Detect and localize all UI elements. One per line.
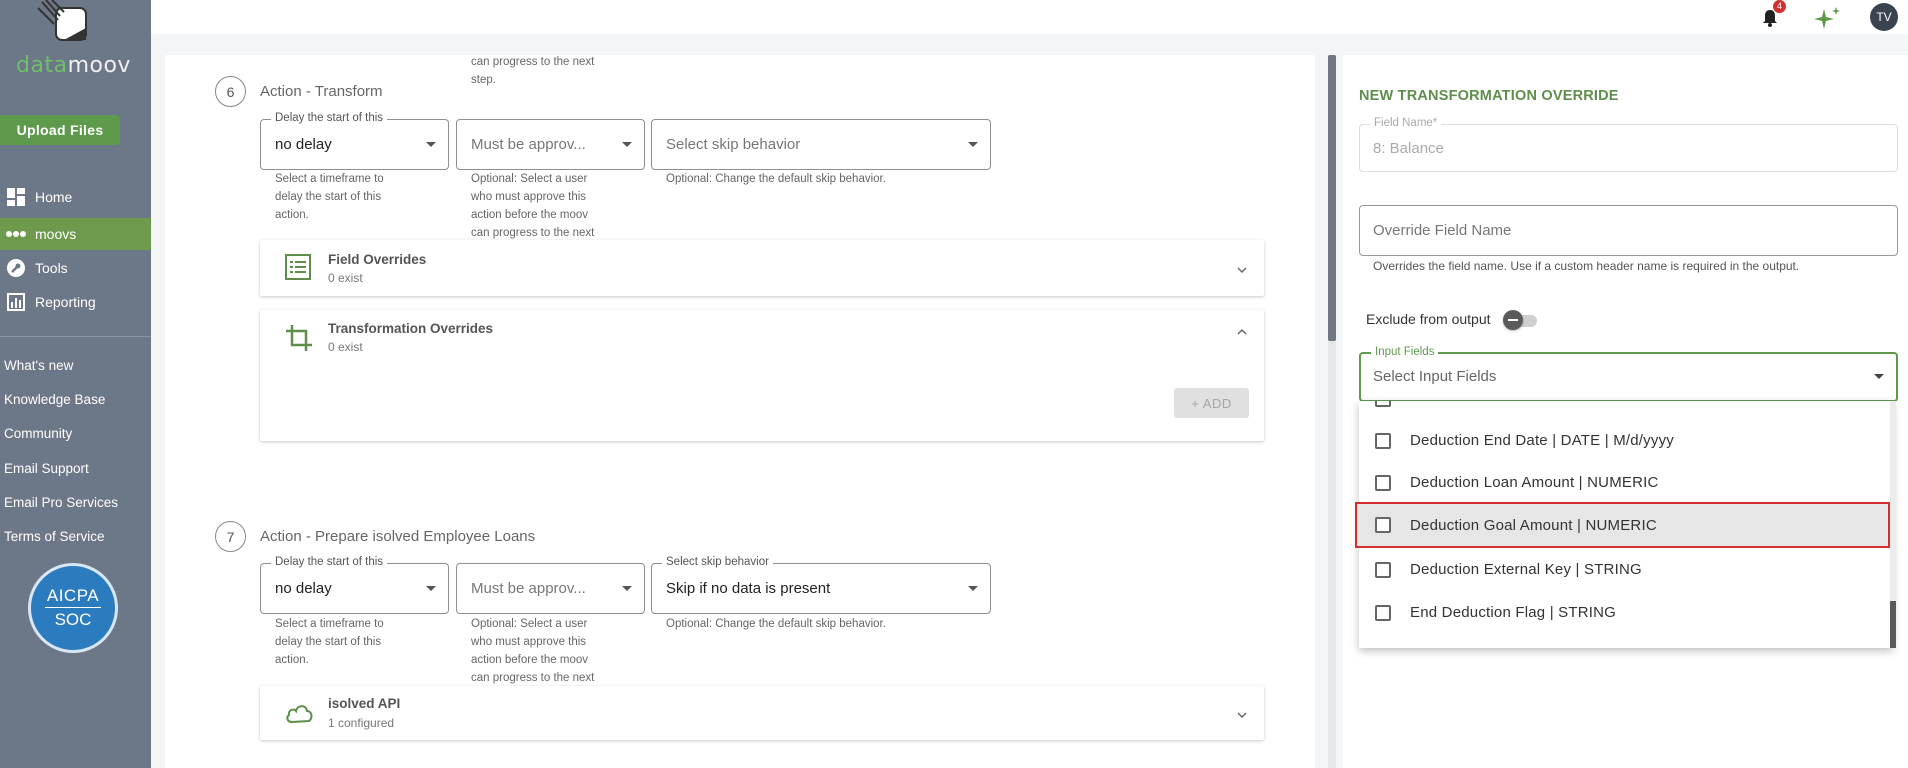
checkbox[interactable]	[1375, 561, 1391, 578]
sparkle-icon[interactable]	[1810, 5, 1842, 31]
main-scrollbar-thumb[interactable]	[1328, 55, 1336, 341]
sidebar: datamoov Upload Files Home moovs Tools R…	[0, 0, 151, 768]
option-deduction-goal-amount[interactable]: Deduction Goal Amount | NUMERIC	[1355, 502, 1890, 548]
add-transformation-override-button[interactable]: + ADD	[1174, 388, 1249, 418]
step-6-skip-select[interactable]: Select skip behavior	[651, 119, 991, 170]
input-fields-select[interactable]: Input Fields Select Input Fields	[1359, 346, 1898, 402]
link-email-support[interactable]: Email Support	[4, 461, 89, 476]
link-whats-new[interactable]: What's new	[4, 358, 73, 373]
override-field-name-input[interactable]: Override Field Name	[1359, 205, 1898, 256]
upload-files-button[interactable]: Upload Files	[0, 115, 120, 145]
dropdown-arrow-icon	[426, 142, 436, 147]
step-6-number: 6	[215, 76, 246, 107]
checkbox[interactable]	[1375, 474, 1391, 491]
chevron-up-icon[interactable]	[1236, 326, 1248, 338]
aicpa-soc-badge: AICPA SOC	[28, 563, 118, 653]
step-6-skip-help: Optional: Change the default skip behavi…	[666, 173, 886, 185]
override-field-name-help: Overrides the field name. Use if a custo…	[1373, 259, 1800, 273]
field-name-input: Field Name* 8: Balance	[1359, 117, 1898, 172]
sidebar-item-label: Home	[35, 189, 73, 205]
sidebar-item-moovs[interactable]: moovs	[0, 218, 151, 250]
link-knowledge-base[interactable]: Knowledge Base	[4, 392, 105, 407]
sidebar-item-label: moovs	[35, 226, 77, 242]
step-7-approve-select[interactable]: Must be approv...	[456, 563, 645, 614]
sidebar-item-home[interactable]: Home	[0, 181, 151, 213]
chevron-down-icon[interactable]	[1236, 709, 1248, 721]
exclude-toggle[interactable]	[1503, 310, 1523, 330]
step-7-title: Action - Prepare isolved Employee Loans	[260, 528, 536, 545]
step-7-delay-help: Select a timeframe to delay the start of…	[275, 618, 384, 666]
sidebar-divider	[0, 336, 151, 337]
checkbox[interactable]	[1375, 604, 1391, 621]
notification-badge: 4	[1773, 0, 1786, 13]
override-panel-title: NEW TRANSFORMATION OVERRIDE	[1359, 88, 1619, 104]
link-community[interactable]: Community	[4, 426, 72, 441]
option-end-deduction-flag[interactable]: End Deduction Flag | STRING	[1359, 591, 1890, 634]
step-7-approve-help: Optional: Select a user who must approve…	[471, 618, 595, 684]
sidebar-item-reporting[interactable]: Reporting	[0, 286, 151, 318]
step-7-number: 7	[215, 521, 246, 552]
step-6-title: Action - Transform	[260, 83, 383, 100]
option-deduction-loan-amount[interactable]: Deduction Loan Amount | NUMERIC	[1359, 461, 1890, 504]
step-7-skip-help: Optional: Change the default skip behavi…	[666, 618, 886, 630]
step-6-delay-help: Select a timeframe to delay the start of…	[275, 173, 384, 221]
sidebar-item-tools[interactable]: Tools	[0, 252, 151, 284]
option-deduction-external-key[interactable]: Deduction External Key | STRING	[1359, 548, 1890, 591]
dropdown-arrow-icon	[1874, 374, 1884, 379]
step-6-approve-select[interactable]: Must be approv...	[456, 119, 645, 170]
dropdown-arrow-icon	[426, 586, 436, 591]
wrench-icon	[6, 258, 26, 278]
step-7-delay-select[interactable]: Delay the start of this no delay	[260, 556, 449, 614]
dropdown-arrow-icon	[622, 142, 632, 147]
cloud-icon	[286, 705, 313, 724]
isolved-api-panel[interactable]: isolved API 1 configured	[260, 686, 1264, 740]
step-6-delay-select[interactable]: Delay the start of this no delay	[260, 112, 449, 170]
step-6-approve-help: Optional: Select a user who must approve…	[471, 173, 595, 239]
checkbox[interactable]	[1375, 517, 1391, 533]
step-7-skip-select[interactable]: Select skip behavior Skip if no data is …	[651, 556, 991, 614]
dropdown-arrow-icon	[622, 586, 632, 591]
topbar	[151, 0, 1908, 34]
transformation-overrides-panel: Transformation Overrides 0 exist + ADD	[260, 310, 1264, 441]
dropdown-arrow-icon	[968, 142, 978, 147]
home-icon	[6, 187, 26, 207]
link-email-pro-services[interactable]: Email Pro Services	[4, 495, 118, 510]
sidebar-item-label: Tools	[35, 260, 68, 276]
dropdown-arrow-icon	[968, 586, 978, 591]
partial-option-checkbox[interactable]	[1375, 401, 1391, 407]
logo-wordmark: datamoov	[16, 53, 131, 78]
link-terms-of-service[interactable]: Terms of Service	[4, 529, 105, 544]
dropdown-scrollbar-thumb[interactable]	[1890, 601, 1896, 648]
field-overrides-panel[interactable]: Field Overrides 0 exist	[260, 240, 1264, 296]
chart-icon	[6, 292, 26, 312]
list-icon	[285, 254, 311, 280]
avatar[interactable]: TV	[1870, 3, 1898, 31]
exclude-from-output-label: Exclude from output	[1366, 311, 1491, 327]
sidebar-item-label: Reporting	[35, 294, 96, 310]
step5-approve-help-fragment: can progress to the next step.	[471, 56, 595, 86]
option-deduction-end-date[interactable]: Deduction End Date | DATE | M/d/yyyy	[1359, 419, 1890, 462]
crop-icon	[286, 325, 312, 351]
moovs-icon	[6, 224, 26, 244]
checkbox[interactable]	[1375, 432, 1391, 449]
chevron-down-icon[interactable]	[1236, 264, 1248, 276]
